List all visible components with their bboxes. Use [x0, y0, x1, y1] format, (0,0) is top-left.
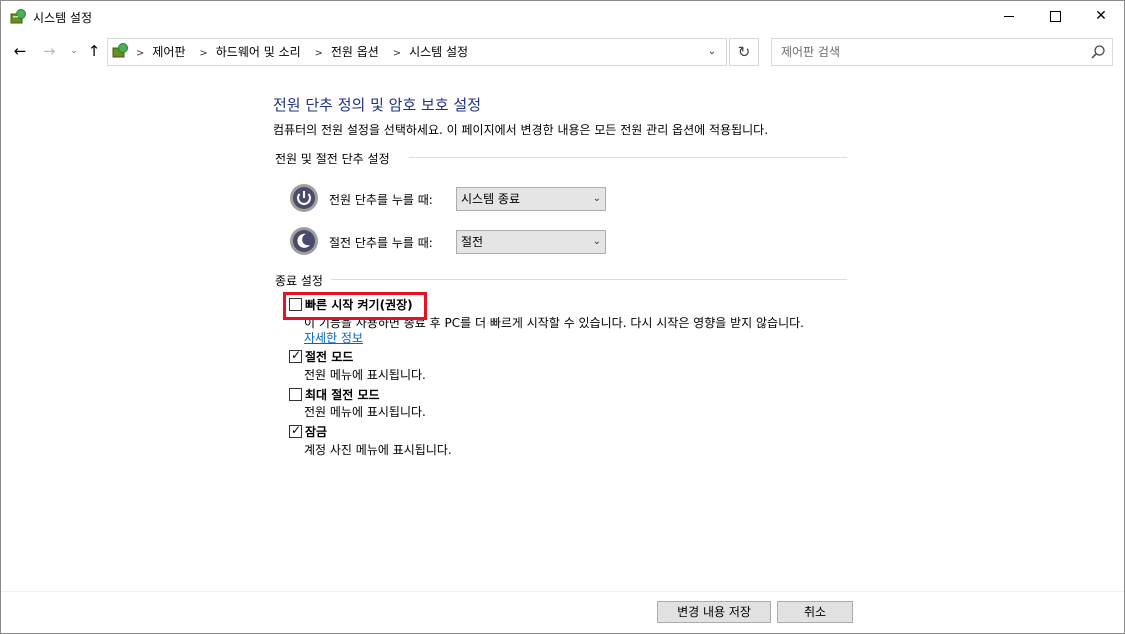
more-info-link[interactable]: 자세한 정보 [304, 329, 363, 346]
maximize-icon [1049, 10, 1061, 22]
power-button-label: 전원 단추를 누를 때: [329, 193, 433, 207]
minimize-button[interactable] [986, 1, 1032, 31]
breadcrumb-separator-icon: > [199, 48, 208, 59]
sleep-mode-checkbox[interactable]: ✓ [289, 348, 302, 363]
address-bar[interactable]: > 제어판 > 하드웨어 및 소리 > 전원 옵션 > 시스템 설정 ⌄ [107, 38, 727, 66]
sleep-mode-label[interactable]: 절전 모드 [305, 348, 353, 365]
hibernate-label[interactable]: 최대 절전 모드 [305, 386, 380, 403]
power-options-app-icon [10, 9, 26, 24]
search-input[interactable]: 제어판 검색 [771, 38, 1113, 66]
arrow-up-icon: ↑ [87, 42, 101, 60]
control-panel-icon [112, 43, 128, 58]
address-dropdown-button[interactable]: ⌄ [700, 39, 724, 65]
breadcrumb-separator-icon: > [136, 48, 145, 59]
page-description: 컴퓨터의 전원 설정을 선택하세요. 이 페이지에서 변경한 내용은 모든 전원… [273, 123, 769, 137]
lock-label[interactable]: 잠금 [305, 423, 327, 440]
forward-button[interactable]: → [39, 41, 59, 61]
checkmark-icon: ✓ [291, 348, 302, 362]
back-button[interactable]: ← [10, 41, 30, 61]
checkmark-icon: ✓ [291, 423, 302, 437]
page-title: 전원 단추 정의 및 암호 보호 설정 [273, 96, 482, 114]
navigation-bar: ← → ⌄ ↑ > 제어판 > 하드웨어 및 소리 > 전원 옵션 > 시스템 설정 ⌄… [1, 35, 1124, 69]
arrow-right-icon: → [42, 42, 56, 60]
close-button[interactable]: ✕ [1078, 1, 1124, 31]
lock-checkbox[interactable]: ✓ [289, 423, 302, 438]
system-settings-window: 시스템 설정 ✕ ← → ⌄ ↑ > 제어판 > 하드웨어 및 소리 > 전원 옵션 … [0, 0, 1125, 634]
breadcrumb: > 제어판 > 하드웨어 및 소리 > 전원 옵션 > 시스템 설정 [132, 39, 468, 65]
maximize-button[interactable] [1032, 1, 1078, 31]
power-buttons-group-label: 전원 및 절전 단추 설정 [275, 152, 390, 166]
close-icon: ✕ [1095, 8, 1107, 24]
sleep-button-label: 절전 단추를 누를 때: [329, 236, 433, 250]
hibernate-description: 전원 메뉴에 표시됩니다. [304, 405, 426, 419]
lock-description: 계정 사진 메뉴에 표시됩니다. [304, 443, 452, 457]
sleep-button-icon [290, 227, 318, 255]
group-divider [409, 157, 847, 158]
refresh-button[interactable]: ↻ [729, 38, 759, 66]
chevron-down-icon: ⌄ [592, 193, 601, 204]
chevron-down-icon: ⌄ [592, 236, 601, 247]
chevron-down-icon: ⌄ [70, 46, 78, 56]
save-changes-button[interactable]: 변경 내용 저장 [657, 601, 771, 623]
group-divider [331, 279, 847, 280]
breadcrumb-separator-icon: > [314, 48, 323, 59]
sleep-button-action-select[interactable]: 절전 ⌄ [456, 230, 606, 254]
power-button-icon [290, 184, 318, 212]
power-button-action-value: 시스템 종료 [461, 192, 521, 206]
refresh-icon: ↻ [737, 43, 751, 61]
breadcrumb-separator-icon: > [392, 48, 402, 59]
breadcrumb-item-control-panel[interactable]: 제어판 [152, 45, 185, 59]
chevron-down-icon: ⌄ [707, 46, 717, 57]
footer-divider [1, 591, 1124, 592]
title-bar: 시스템 설정 ✕ [1, 1, 1124, 33]
search-icon [1091, 45, 1105, 59]
window-title: 시스템 설정 [33, 11, 93, 25]
breadcrumb-item-power-options[interactable]: 전원 옵션 [331, 45, 379, 59]
search-placeholder: 제어판 검색 [781, 45, 841, 59]
recent-locations-button[interactable]: ⌄ [64, 41, 84, 61]
minimize-icon [1004, 15, 1014, 17]
fast-startup-highlight-box [283, 292, 427, 320]
shutdown-settings-group-label: 종료 설정 [275, 274, 323, 288]
breadcrumb-item-system-settings[interactable]: 시스템 설정 [409, 45, 468, 59]
sleep-mode-description: 전원 메뉴에 표시됩니다. [304, 368, 426, 382]
arrow-left-icon: ← [13, 42, 27, 60]
cancel-button[interactable]: 취소 [777, 601, 853, 623]
up-button[interactable]: ↑ [84, 41, 104, 61]
breadcrumb-item-hardware-sound[interactable]: 하드웨어 및 소리 [216, 45, 301, 59]
power-button-action-select[interactable]: 시스템 종료 ⌄ [456, 187, 606, 211]
hibernate-checkbox[interactable] [289, 388, 302, 401]
sleep-button-action-value: 절전 [461, 235, 484, 249]
